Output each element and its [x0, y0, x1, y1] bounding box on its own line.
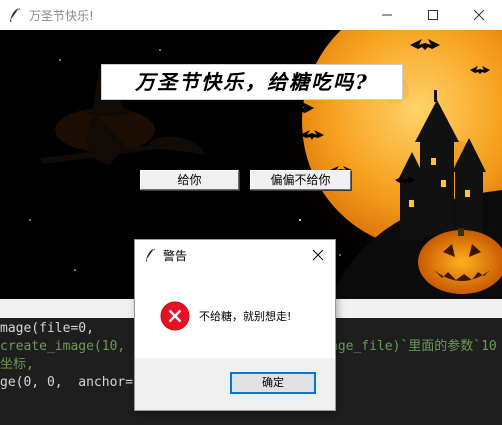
code-line: ge(0, 0, anchor=	[0, 375, 134, 390]
give-candy-button[interactable]: 给你	[140, 170, 239, 190]
greeting-banner: 万圣节快乐，给糖吃吗?	[101, 64, 403, 100]
maximize-button[interactable]	[410, 0, 456, 30]
dialog-body: 不给糖，就别想走!	[135, 270, 335, 358]
feather-icon	[10, 7, 20, 22]
window-titlebar[interactable]: 万圣节快乐!	[0, 0, 502, 30]
dialog-titlebar[interactable]: 警告	[135, 240, 335, 270]
code-line: 坐标,	[0, 357, 34, 372]
close-button[interactable]	[456, 0, 502, 30]
code-line: create_image(10, 1	[0, 339, 141, 354]
ok-button[interactable]: 确定	[230, 372, 316, 394]
window-title: 万圣节快乐!	[29, 9, 94, 23]
close-icon[interactable]	[311, 248, 325, 262]
screen: mage(file=0, create_image(10, 1 坐标, ge(0…	[0, 0, 502, 425]
maximize-icon	[428, 10, 438, 20]
feather-icon	[145, 248, 156, 262]
minimize-icon	[382, 14, 392, 16]
refuse-candy-button[interactable]: 偏偏不给你	[250, 170, 351, 190]
code-line: mage(file=0,	[0, 321, 94, 336]
dialog-footer: 确定	[135, 358, 335, 410]
minimize-button[interactable]	[364, 0, 410, 30]
dialog-message: 不给糖，就别想走!	[199, 310, 292, 323]
warning-dialog: 警告 不给糖，就别想走! 确定	[135, 240, 335, 410]
error-icon	[160, 301, 190, 331]
close-icon	[473, 9, 485, 21]
dialog-title: 警告	[163, 249, 188, 263]
code-line-fragment: age_file)`里面的参数`10	[330, 339, 497, 354]
